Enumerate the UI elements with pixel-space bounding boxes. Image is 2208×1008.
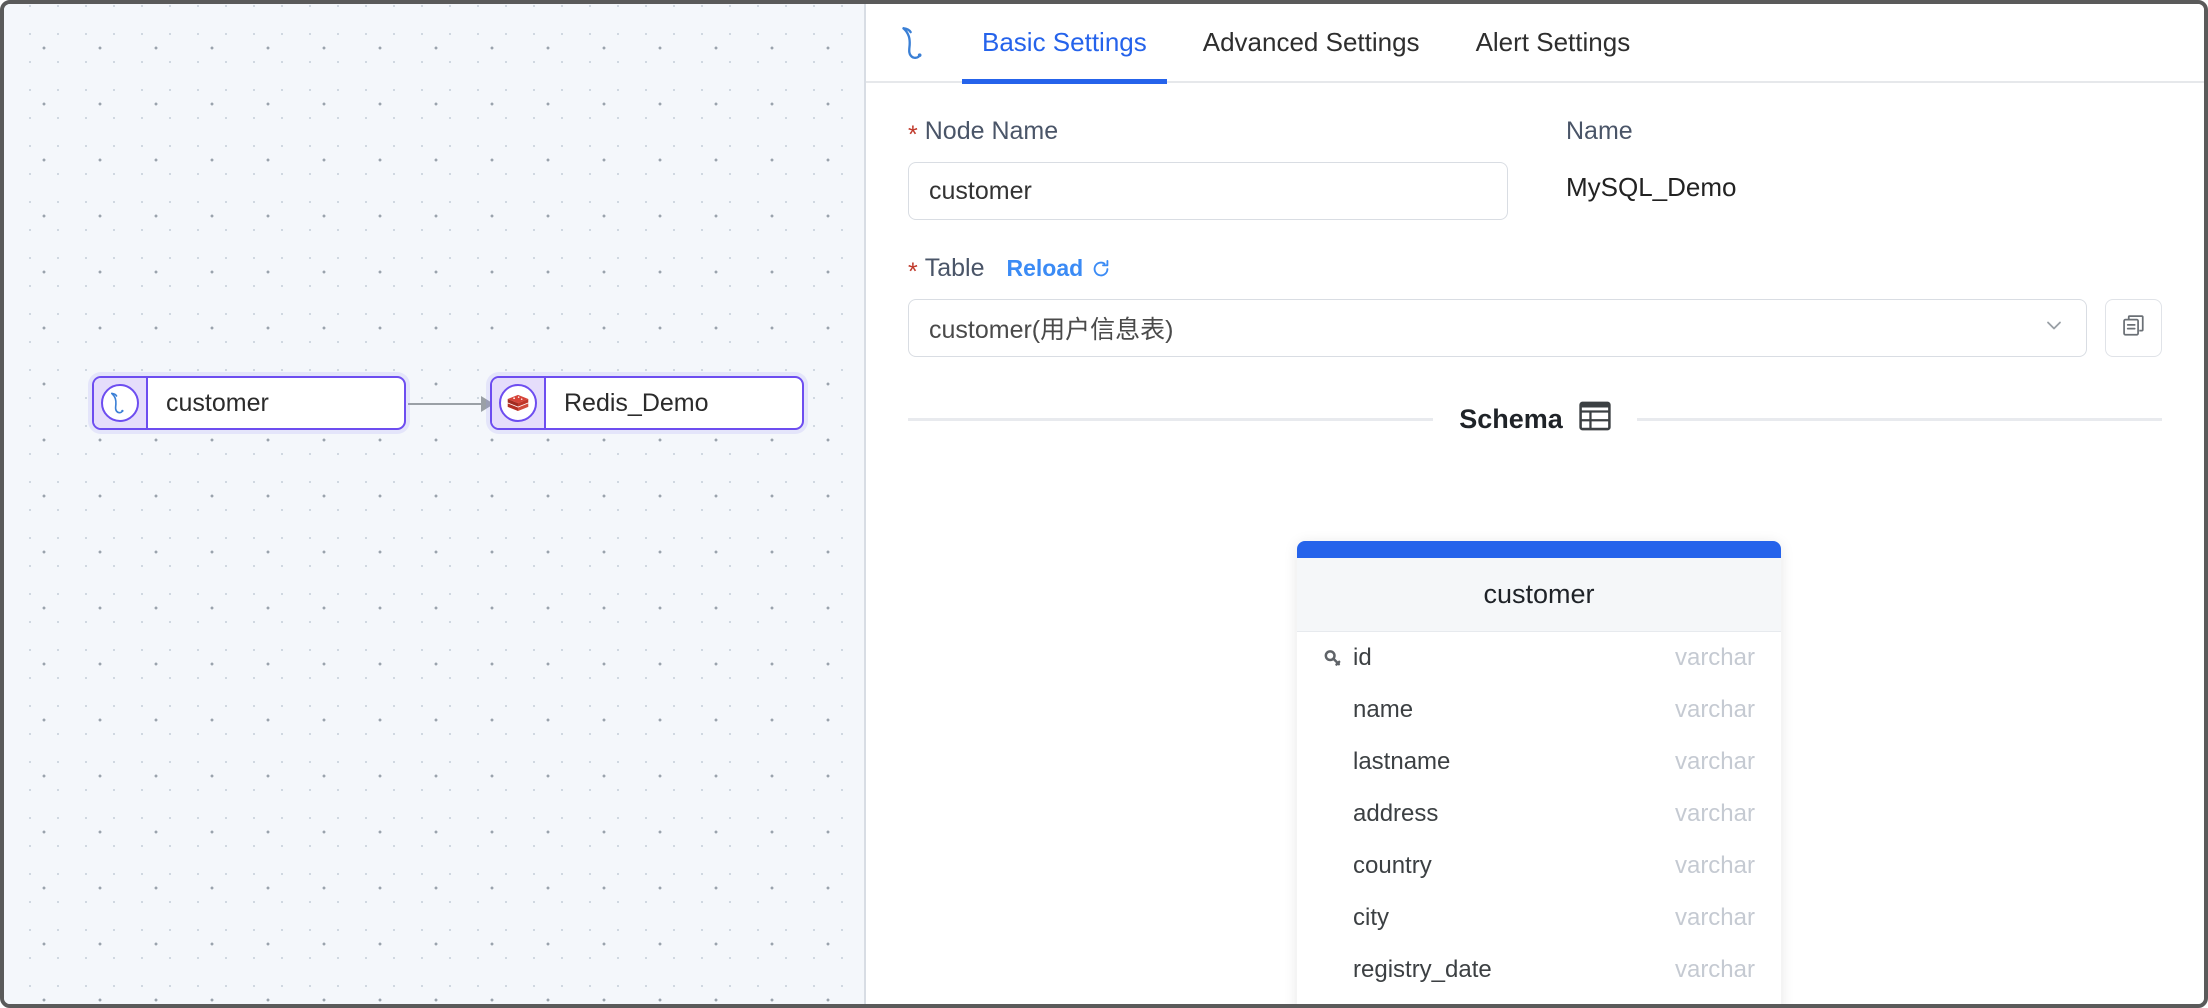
field-name: address [1353,800,1675,828]
schema-field-row: lastname varchar [1297,736,1781,788]
copy-schema-button[interactable] [2105,299,2162,357]
table-select-value: customer(用户信息表) [929,310,2042,346]
schema-field-row: registry_date varchar [1297,944,1781,996]
node-label: Redis_Demo [546,378,727,428]
field-type: varchar [1675,644,1755,672]
field-name: city [1353,904,1675,932]
canvas-node-redis[interactable]: Redis_Demo [490,376,804,430]
node-label: customer [148,378,287,428]
tab-basic-settings[interactable]: Basic Settings [954,4,1175,82]
schema-field-row: address varchar [1297,788,1781,840]
app-window: customer Redis_Demo [0,0,2208,1008]
schema-table-name: customer [1297,558,1781,632]
field-name: lastname [1353,748,1675,776]
schema-title-text: Schema [1459,404,1563,435]
table-label: * Table Reload [908,254,2162,283]
field-name: id [1353,644,1675,672]
flow-canvas[interactable]: customer Redis_Demo [4,4,866,1004]
field-type: varchar [1675,956,1755,984]
schema-field-row: name varchar [1297,684,1781,736]
tab-label: Basic Settings [982,27,1147,58]
schema-divider: Schema [908,401,2162,438]
node-name-row: * Node Name Name MySQL_Demo [908,117,2162,220]
schema-card-accent-bar [1297,541,1781,558]
divider-line-left [908,418,1433,421]
tab-advanced-settings[interactable]: Advanced Settings [1175,4,1448,82]
settings-form: * Node Name Name MySQL_Demo * Table [866,83,2204,1004]
table-grid-icon [1579,401,1611,438]
name-value: MySQL_Demo [1566,162,2162,203]
schema-field-row: birthdate varchar [1297,996,1781,1004]
settings-panel: Basic Settings Advanced Settings Alert S… [866,4,2204,1004]
node-name-input[interactable] [908,162,1508,220]
field-type: varchar [1675,748,1755,776]
tab-bar: Basic Settings Advanced Settings Alert S… [866,4,2204,83]
node-icon-circle [101,384,139,422]
field-type: varchar [1675,904,1755,932]
schema-field-row: id varchar [1297,632,1781,684]
field-type: varchar [1675,852,1755,880]
label-text: Node Name [925,117,1058,146]
panel-logo [892,23,940,63]
field-type: varchar [1675,800,1755,828]
table-field: * Table Reload customer(用 [908,254,2162,357]
divider-line-right [1637,418,2162,421]
node-icon-area [492,378,546,428]
tab-alert-settings[interactable]: Alert Settings [1448,4,1659,82]
required-asterisk: * [908,123,918,148]
chevron-down-icon [2042,313,2066,344]
node-icon-circle [499,384,537,422]
schema-field-row: country varchar [1297,840,1781,892]
table-select-row: customer(用户信息表) [908,299,2162,357]
node-name-label: * Node Name [908,117,1558,146]
reload-label: Reload [1007,255,1084,282]
table-select[interactable]: customer(用户信息表) [908,299,2087,357]
field-name: country [1353,852,1675,880]
node-connector [408,400,494,408]
tab-label: Advanced Settings [1203,27,1420,58]
connector-line [408,403,481,406]
reload-button[interactable]: Reload [1007,255,1113,282]
refresh-icon [1090,258,1112,280]
label-text: Name [1566,117,1633,146]
label-text: Table [925,254,985,283]
tab-label: Alert Settings [1476,27,1631,58]
node-icon-area [94,378,148,428]
field-name: registry_date [1353,956,1675,984]
copy-icon [2120,312,2148,345]
name-field: Name MySQL_Demo [1558,117,2162,220]
canvas-node-customer[interactable]: customer [92,376,406,430]
node-name-field: * Node Name [908,117,1558,220]
mysql-dolphin-icon [107,390,133,416]
primary-key-icon [1323,648,1353,668]
redis-cube-icon [505,390,531,416]
required-asterisk: * [908,260,918,285]
name-label: Name [1566,117,2162,146]
field-type: varchar [1675,696,1755,724]
schema-title: Schema [1433,401,1637,438]
field-name: name [1353,696,1675,724]
schema-card: customer id varchar name va [1297,541,1781,1004]
schema-field-row: city varchar [1297,892,1781,944]
mysql-dolphin-icon [896,23,936,63]
